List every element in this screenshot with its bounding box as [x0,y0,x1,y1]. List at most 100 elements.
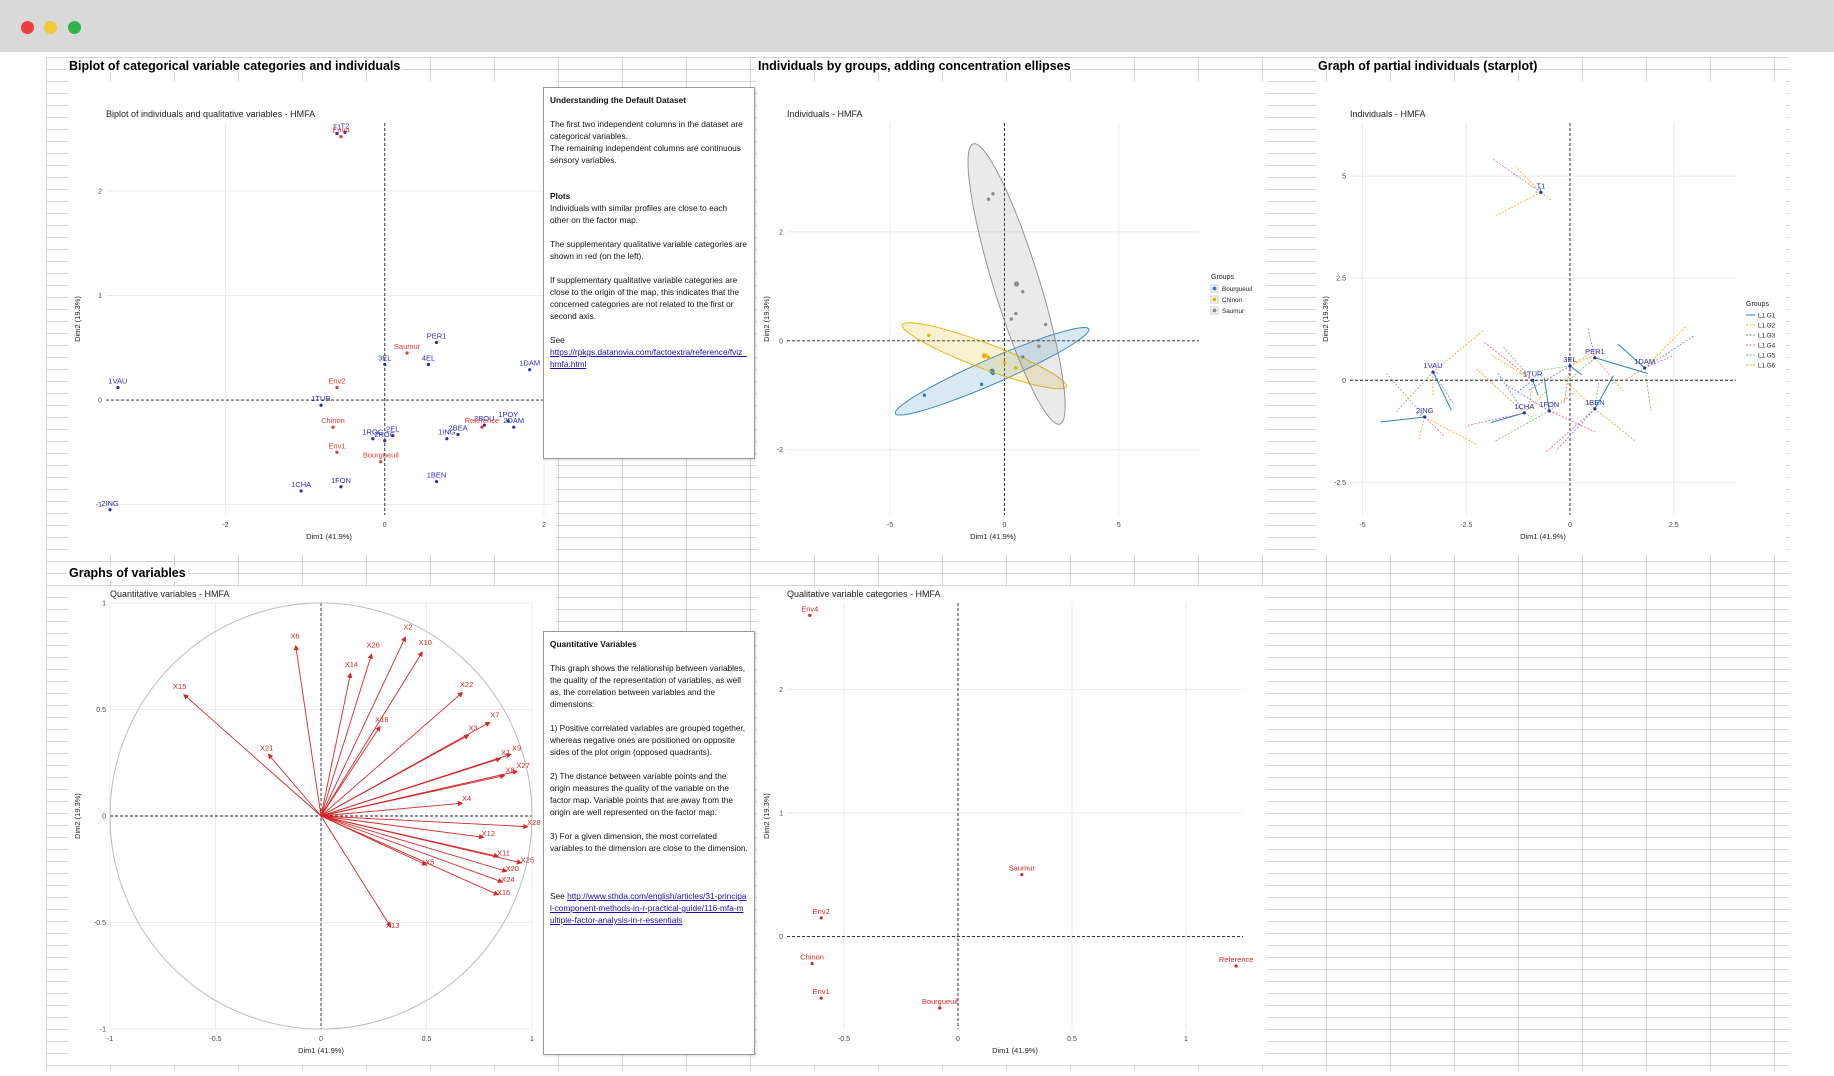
partial-individual-point [1539,190,1543,195]
category-point [938,1006,942,1010]
close-window-button[interactable] [21,21,34,34]
variable-label: X13 [386,921,399,930]
category-label: Env2 [328,376,345,385]
individual-label: 3EL [378,353,391,362]
individual-point [299,489,303,493]
legend-label: Saumur [1222,308,1244,315]
partial-individual-label: 1BEN [1585,398,1605,407]
partial-individual-point [1423,415,1427,419]
group-point-saumur [991,192,995,196]
category-label: Saumur [1009,864,1036,873]
y-tick-label: 0 [98,398,102,405]
category-label: Chinon [800,953,824,962]
legend-key-saumur [1212,308,1217,313]
y-axis-label: Dim2 (19.3%) [1321,296,1330,342]
category-point [405,351,409,355]
chart-partial[interactable]: -5 -2.5 0 2.5 -2.5 0 2.5 5 Individuals - HMFA Dim… [1316,81,1786,555]
group-point-saumur [986,197,991,201]
note-dataset-see: See [550,335,565,345]
group-point-chinon [927,333,931,338]
x-axis-label: Dim1 (41.9%) [992,1046,1038,1055]
y-tick-label: 0 [1342,378,1346,385]
x-tick-label: 1 [1184,1036,1188,1043]
variable-label: X26 [366,640,379,649]
partial-individual-label: 1FON [1539,400,1559,409]
note-quant-p3: 3) For a given dimension, the most corre… [550,831,748,853]
partial-individual-point [1593,407,1597,411]
x-axis-label: Dim1 (41.9%) [1520,532,1566,541]
variable-label: X7 [490,710,499,719]
note-dataset-plots-heading: Plots [550,191,571,201]
category-point [1020,873,1024,877]
chart-title: Biplot of individuals and qualitative va… [106,109,315,119]
section-title-partial: Graph of partial individuals (starplot) [1316,59,1540,73]
x-tick-label: -0.5 [838,1036,850,1043]
variable-label: X14 [345,660,358,669]
y-tick-label: -2.5 [1334,480,1346,487]
y-tick-label: 2.5 [1336,276,1346,283]
note-dataset-link[interactable]: https://rpkgs.datanovia.com/factoextra/r… [550,347,747,369]
maximize-window-button[interactable] [68,21,81,34]
x-tick-label: 0 [956,1036,960,1043]
y-tick-label: -2 [777,447,783,454]
category-label: Saumur [394,342,421,351]
variable-label: X22 [460,680,473,689]
y-tick-label: 2 [98,188,102,195]
section-title-groups: Individuals by groups, adding concentrat… [756,59,1073,73]
partial-individual-point [1547,409,1551,413]
y-tick-label: 0.5 [96,707,106,714]
individual-point [445,437,449,441]
x-tick-label: -5 [1359,522,1365,529]
variable-label: X1 [501,748,510,757]
group-centroid-chinon [981,353,988,359]
individual-point [528,368,532,372]
legend-label: L1.G1 [1758,313,1776,320]
group-point-saumur [1037,344,1041,348]
category-label: Env2 [813,907,830,916]
note-quant-p2: 2) The distance between variable points … [550,771,733,817]
plot-background [106,123,552,515]
variable-label: X28 [527,818,540,827]
note-dataset-p3: If supplementary qualitative variable ca… [550,275,740,321]
chart-groups[interactable]: -5 0 5 -2 0 2 Individuals - HMFA Dim1 (41.9%) Di… [757,81,1267,555]
plot-area: -0.5 0 0.5 1 0 1 2 [779,603,1243,1043]
legend-key-bourgueuil [1212,286,1217,291]
plot-area: -1 -0.5 0 0.5 1 -1 -0.5 0 0.5 1 [94,601,534,1044]
variable-label: X12 [482,829,495,838]
chart-variables[interactable]: -1 -0.5 0 0.5 1 -1 -0.5 0 0.5 1 Quantitative varia… [68,587,556,1065]
variables-svg: -1 -0.5 0 0.5 1 -1 -0.5 0 0.5 1 Quantitative varia… [73,589,541,1055]
group-point-saumur [1043,322,1048,327]
spreadsheet-grid[interactable]: Biplot of categorical variable categorie… [46,57,1789,1071]
note-quant-intro: This graph shows the relationship betwee… [550,663,746,709]
variable-label: X16 [497,888,510,897]
individual-point [456,432,460,437]
y-tick-label: 1 [98,293,102,300]
category-label: Reference [1219,955,1254,964]
partial-individual-point [1522,411,1526,415]
variable-label: X2 [403,623,412,632]
x-axis-label: Dim1 (41.9%) [306,532,352,541]
y-tick-label: 2 [779,229,783,236]
minimize-window-button[interactable] [44,21,57,34]
category-point [819,916,823,920]
partial-individual-label: T1 [1537,181,1546,190]
group-point-bourgueuil [922,393,927,397]
chart-categories[interactable]: -0.5 0 0.5 1 0 1 2 Qualitative variable categor… [757,587,1267,1065]
note-quant-link[interactable]: http://www.sthda.com/english/articles/31… [550,891,746,925]
individual-label: 1CHA [291,480,311,489]
variable-label: X10 [419,638,432,647]
variable-label: X9 [512,743,521,752]
variable-label: X8 [505,765,514,774]
group-centroid-saumur [1013,281,1020,287]
variable-label: X6 [290,631,299,640]
legend-label: L1.G6 [1758,363,1776,370]
legend-label: L1.G3 [1758,333,1776,340]
individual-point [383,439,387,443]
category-point [480,425,484,429]
individual-point [434,479,439,484]
chart-title: Qualitative variable categories - HMFA [787,589,941,599]
category-label: Env1 [813,987,830,996]
partial-individual-point [1531,378,1535,382]
note-dataset-p1: Individuals with similar profiles are cl… [550,203,728,225]
chart-biplot[interactable]: -2 0 2 -1 0 1 2 Biplot of individuals and quali… [68,81,556,555]
